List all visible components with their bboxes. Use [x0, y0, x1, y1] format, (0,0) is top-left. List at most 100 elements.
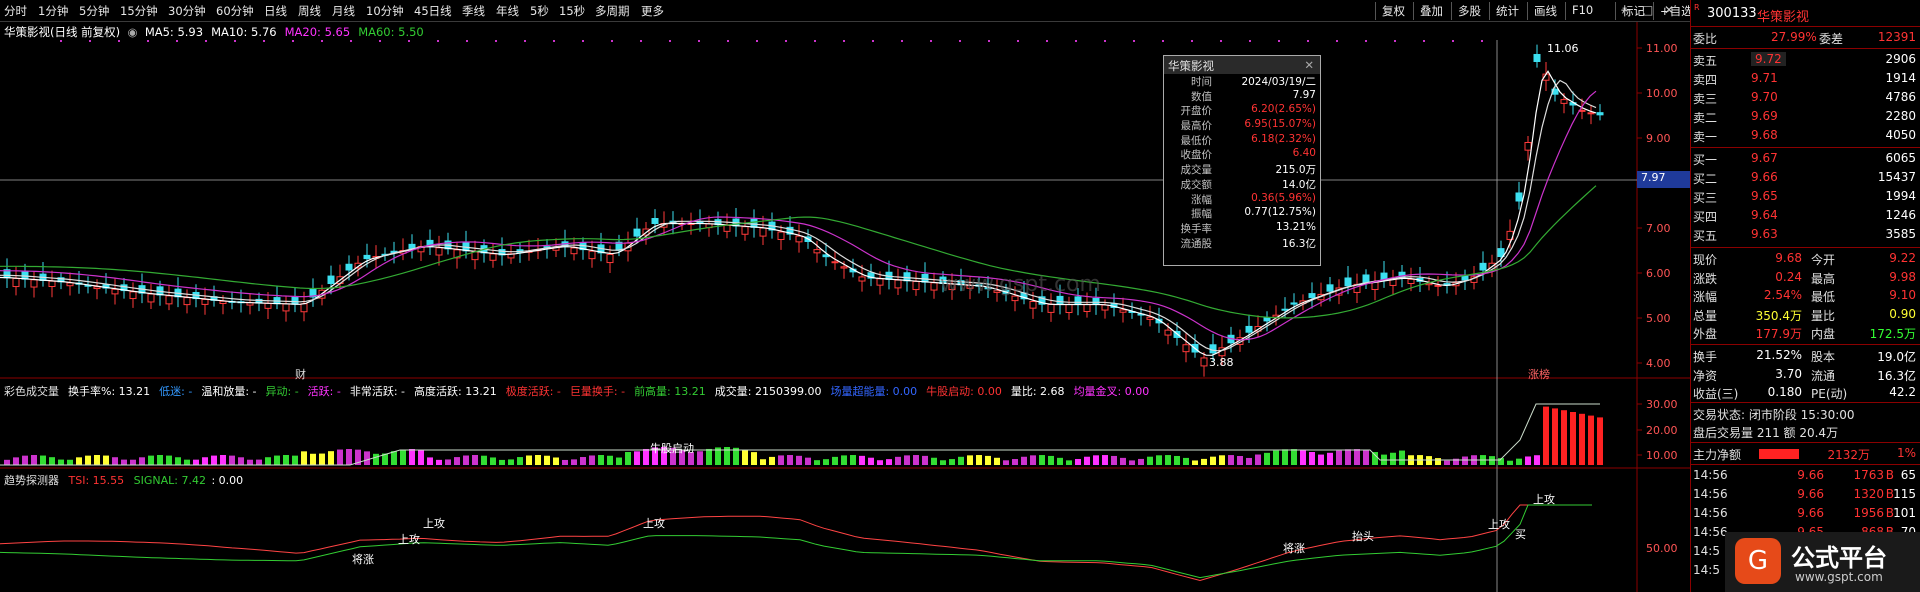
tooltip-label: 振幅	[1191, 208, 1212, 221]
stock-code: 300133	[1707, 6, 1757, 21]
candle-body	[1245, 325, 1253, 333]
candle-body	[1065, 304, 1073, 314]
tsi-title: 趋势探测器	[4, 474, 59, 487]
divider	[1691, 147, 1920, 148]
volume-bar	[49, 457, 55, 465]
signal-dot	[1394, 40, 1396, 42]
candle-body	[876, 278, 884, 286]
tsi-layer: 将涨上攻上攻 上攻将涨抬头上攻上攻买	[0, 492, 1592, 582]
volume-bar	[1012, 459, 1018, 465]
tooltip-row: 最低价 6.18(2.32%)	[1164, 133, 1320, 148]
candle-body	[1524, 142, 1532, 151]
volume-bar	[1057, 457, 1063, 465]
volume-bar	[841, 455, 847, 465]
chart-area: 将涨上攻上攻上攻将涨抬头上攻上攻买 11.0010.009.008.007.00…	[0, 22, 1690, 592]
bid-volume: 6065	[1885, 151, 1916, 165]
volume-bar	[292, 455, 298, 465]
signal-dot	[205, 40, 207, 42]
volume-bar	[148, 455, 154, 465]
volume-bar	[616, 457, 622, 465]
candle-body	[111, 288, 119, 295]
tooltip-value: 215.0万	[1275, 164, 1316, 177]
vol-indicator: 成交量: 2150399.00	[714, 385, 822, 398]
signal-dot	[843, 40, 845, 42]
volume-bar	[166, 455, 172, 465]
candle-body	[894, 279, 902, 289]
net-value: 2132万	[1827, 448, 1870, 462]
volume-bar	[31, 455, 37, 465]
volume-bar	[1318, 454, 1324, 465]
stat-value: 9.68	[1775, 251, 1802, 265]
weibi-label: 委比	[1693, 32, 1718, 46]
signal-dot	[89, 40, 91, 42]
vol-indicator: 异动: -	[265, 385, 299, 398]
weicha-value: 12391	[1877, 30, 1916, 44]
candle-body	[1200, 357, 1208, 367]
ma5-line	[0, 70, 1597, 356]
tsi-signal-label: 上攻	[1533, 492, 1555, 506]
stat-value: 350.4万	[1755, 308, 1802, 323]
stat-value: 0.24	[1775, 269, 1802, 284]
volume-bar	[859, 455, 865, 465]
vol-indicator: 活跃: -	[307, 385, 341, 398]
stat-value: 16.3亿	[1877, 368, 1916, 383]
volume-bar	[913, 455, 919, 465]
volume-bar	[1291, 449, 1297, 465]
volume-bar	[598, 455, 604, 465]
volume-layer	[0, 403, 1603, 466]
volume-bar	[1228, 455, 1234, 465]
volume-bar	[1111, 455, 1117, 465]
candle-body	[300, 303, 308, 313]
candle-body	[1326, 284, 1334, 292]
trade-count: 65	[1900, 468, 1916, 482]
volume-bar	[760, 459, 766, 465]
candle-body	[1587, 112, 1595, 115]
candle-body	[30, 279, 38, 288]
tooltip-value: 13.21%	[1275, 220, 1316, 233]
signal-dot	[1075, 40, 1077, 42]
bid-label: 买三	[1693, 191, 1718, 205]
bid-label: 买五	[1693, 229, 1718, 243]
candle-body	[1029, 301, 1037, 309]
volume-bar	[13, 457, 19, 465]
stat-label: 总量	[1693, 308, 1718, 323]
volume-bar	[436, 459, 442, 465]
trade-time: 14:56	[1693, 468, 1728, 482]
volume-bar	[40, 455, 46, 465]
tooltip-label: 最高价	[1180, 120, 1213, 133]
signal-dot	[814, 40, 816, 42]
y-tick-label: 5.00	[1646, 312, 1671, 325]
ma10-line	[0, 79, 1597, 352]
signal-dot	[756, 40, 758, 42]
volume-bar	[409, 449, 415, 465]
settings-icon[interactable]: ◉	[124, 25, 141, 39]
tooltip-row: 数值 7.97	[1164, 89, 1320, 104]
volume-bar	[1363, 450, 1369, 465]
tooltip-value: 6.40	[1292, 147, 1316, 160]
trade-time: 14:56	[1693, 525, 1728, 539]
candle-body	[831, 261, 839, 264]
stat-value: 9.10	[1889, 288, 1916, 302]
volume-bar	[643, 448, 649, 465]
stat-label: 外盘	[1693, 327, 1718, 341]
volume-bar	[1039, 455, 1045, 465]
candle-body	[21, 270, 29, 280]
volume-bar	[1102, 455, 1108, 465]
bid-price: 9.64	[1751, 208, 1778, 222]
volume-bar	[85, 455, 91, 465]
stat-value: 9.22	[1889, 251, 1916, 265]
signal-dot	[611, 40, 613, 42]
volume-bar	[481, 455, 487, 465]
tooltip-label: 换手率	[1180, 222, 1213, 235]
candle-body	[264, 302, 272, 309]
volume-bar	[418, 449, 424, 465]
tsi-signal-label: 上攻	[1488, 517, 1510, 531]
candle-body	[633, 228, 641, 237]
stat-label: 流通	[1811, 368, 1836, 383]
volume-bar	[1309, 452, 1315, 465]
volume-bar	[526, 455, 532, 465]
volume-bar	[607, 455, 613, 465]
candle-body	[1308, 293, 1316, 299]
close-icon[interactable]: ✕	[1304, 58, 1314, 72]
volume-bar	[1201, 458, 1207, 465]
